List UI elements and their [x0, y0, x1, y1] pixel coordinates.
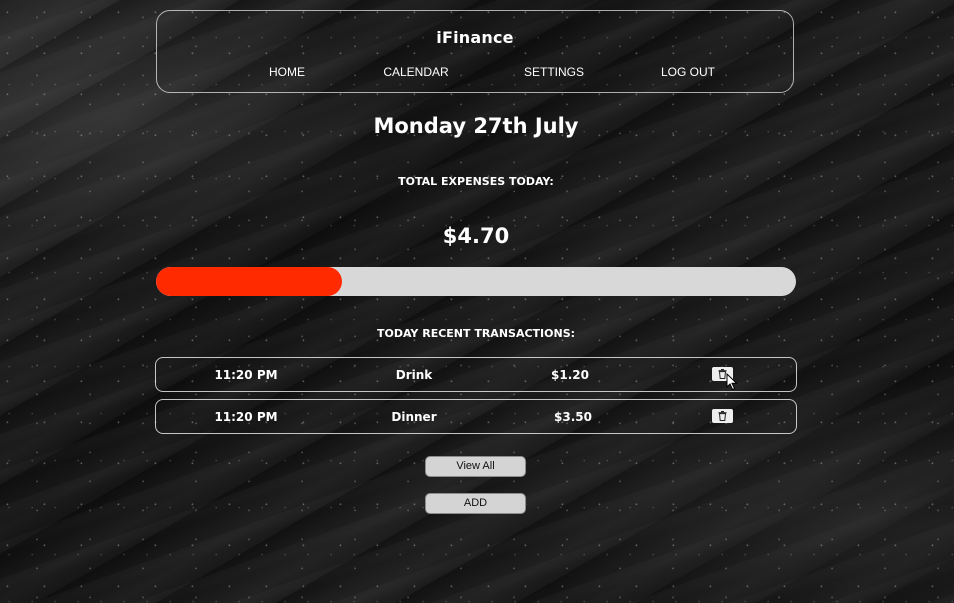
- total-expenses-amount: $4.70: [442, 224, 510, 248]
- view-all-button[interactable]: View All: [425, 456, 526, 477]
- transaction-time: 11:20 PM: [214, 410, 278, 424]
- total-expenses-label: TOTAL EXPENSES TODAY:: [398, 175, 554, 188]
- trash-icon: [718, 411, 727, 421]
- app-title: iFinance: [436, 28, 514, 47]
- transaction-name: Dinner: [391, 410, 437, 424]
- delete-transaction-button[interactable]: [712, 367, 733, 381]
- trash-icon: [718, 369, 727, 379]
- nav-home[interactable]: HOME: [269, 65, 305, 79]
- nav-bar: HOME CALENDAR SETTINGS LOG OUT: [157, 65, 793, 81]
- nav-settings[interactable]: SETTINGS: [524, 65, 584, 79]
- delete-transaction-button[interactable]: [712, 409, 733, 423]
- expenses-progress-fill: [156, 267, 342, 296]
- transaction-amount: $3.50: [554, 410, 592, 424]
- add-button[interactable]: ADD: [425, 493, 526, 514]
- header: iFinance HOME CALENDAR SETTINGS LOG OUT: [156, 10, 794, 93]
- transaction-row: 11:20 PM Drink $1.20: [155, 357, 797, 392]
- transaction-amount: $1.20: [551, 368, 589, 382]
- date-heading: Monday 27th July: [373, 114, 579, 138]
- expenses-progress-bar: [156, 267, 796, 296]
- transaction-time: 11:20 PM: [214, 368, 278, 382]
- transaction-name: Drink: [395, 368, 433, 382]
- nav-calendar[interactable]: CALENDAR: [383, 65, 448, 79]
- transaction-row: 11:20 PM Dinner $3.50: [155, 399, 797, 434]
- nav-log-out[interactable]: LOG OUT: [661, 65, 715, 79]
- recent-transactions-label: TODAY RECENT TRANSACTIONS:: [376, 327, 576, 340]
